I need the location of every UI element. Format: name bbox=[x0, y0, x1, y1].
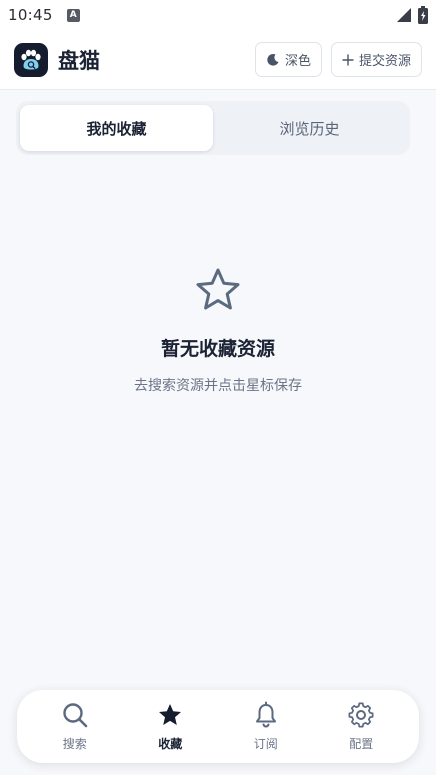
tab-bar: 我的收藏 浏览历史 bbox=[16, 101, 410, 155]
tab-history-label: 浏览历史 bbox=[279, 119, 340, 138]
app-screen: 10:45 A 盘猫 深色 提交资源 我的收藏 浏览历史 暂无收藏资源 去搜索资… bbox=[0, 0, 436, 775]
status-indicators bbox=[396, 6, 428, 24]
plus-icon bbox=[342, 53, 354, 66]
nav-item-settings[interactable]: 配置 bbox=[321, 701, 401, 752]
star-outline-icon bbox=[196, 268, 240, 310]
paw-icon bbox=[21, 49, 41, 69]
app-title: 盘猫 bbox=[58, 48, 100, 73]
star-icon bbox=[157, 701, 183, 729]
nav-search-label: 搜索 bbox=[62, 737, 87, 751]
app-logo bbox=[14, 42, 48, 77]
submit-resource-label: 提交资源 bbox=[358, 54, 411, 69]
nav-item-subscribe[interactable]: 订阅 bbox=[226, 701, 306, 752]
app-header: 盘猫 深色 提交资源 bbox=[0, 30, 436, 90]
signal-icon bbox=[397, 8, 411, 22]
empty-state-subtitle: 去搜索资源并点击星标保存 bbox=[134, 378, 302, 394]
search-icon bbox=[61, 701, 89, 729]
nav-settings-label: 配置 bbox=[349, 737, 374, 751]
tab-history[interactable]: 浏览历史 bbox=[213, 105, 406, 151]
empty-state-title: 暂无收藏资源 bbox=[160, 338, 275, 360]
header-actions: 深色 提交资源 bbox=[254, 42, 422, 77]
submit-resource-button[interactable]: 提交资源 bbox=[330, 42, 422, 77]
notification-a-icon: A bbox=[66, 8, 80, 22]
moon-icon bbox=[267, 53, 279, 66]
gear-icon bbox=[347, 701, 375, 729]
tab-favorites-label: 我的收藏 bbox=[86, 119, 147, 138]
bottom-nav: 搜索 收藏 订阅 配置 bbox=[17, 690, 419, 763]
dark-mode-button[interactable]: 深色 bbox=[254, 42, 322, 77]
dark-mode-label: 深色 bbox=[284, 54, 311, 69]
nav-subscribe-label: 订阅 bbox=[253, 737, 278, 751]
nav-favorites-label: 收藏 bbox=[158, 737, 183, 751]
status-bar: 10:45 A bbox=[0, 0, 436, 30]
nav-item-search[interactable]: 搜索 bbox=[35, 701, 115, 752]
bell-icon bbox=[253, 701, 279, 729]
tab-favorites[interactable]: 我的收藏 bbox=[20, 105, 213, 151]
empty-state: 暂无收藏资源 去搜索资源并点击星标保存 bbox=[0, 266, 436, 395]
status-time: 10:45 bbox=[8, 6, 53, 24]
battery-icon bbox=[418, 6, 428, 24]
nav-item-favorites[interactable]: 收藏 bbox=[130, 701, 210, 752]
